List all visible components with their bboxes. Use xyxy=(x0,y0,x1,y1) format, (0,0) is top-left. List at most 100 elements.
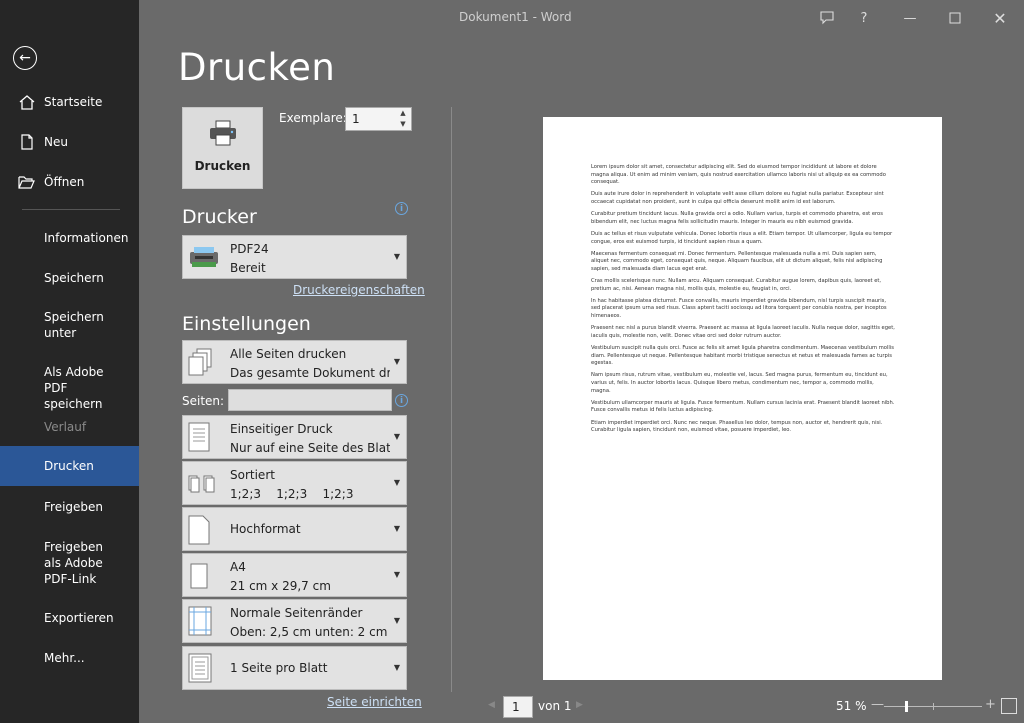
orientation-title: Hochformat xyxy=(230,522,301,536)
paper-size-dropdown[interactable]: A4 21 cm x 29,7 cm ▼ xyxy=(182,553,407,597)
title-bar: Dokument1 - Word ? — ✕ xyxy=(139,0,1024,36)
sidebar-item-speichern-unter[interactable]: Speichern unter xyxy=(0,309,120,341)
minimize-icon[interactable]: — xyxy=(898,6,922,30)
copies-stepper[interactable]: 1 ▲ ▼ xyxy=(345,107,412,131)
info-icon[interactable]: i xyxy=(395,394,408,407)
preview-text: Lorem ipsum dolor sit amet, consectetur … xyxy=(591,164,895,439)
preview-paragraph: Lorem ipsum dolor sit amet, consectetur … xyxy=(591,164,886,186)
margins-dropdown[interactable]: Normale Seitenränder Oben: 2,5 cm unten:… xyxy=(182,599,407,643)
sides-dropdown[interactable]: Einseitiger Druck Nur auf eine Seite des… xyxy=(182,415,407,459)
previous-page-icon[interactable]: ◀ xyxy=(488,700,495,710)
chevron-down-icon: ▼ xyxy=(393,663,400,672)
sidebar-item-label: Freigeben xyxy=(44,500,104,514)
sidebar-divider xyxy=(22,209,120,210)
maximize-icon[interactable] xyxy=(943,6,967,30)
preview-paragraph: In hac habitasse platea dictumst. Fusce … xyxy=(591,297,887,320)
page-per-sheet-icon xyxy=(188,653,212,683)
page-title: Drucken xyxy=(178,46,336,89)
sidebar-item-informationen[interactable]: Informationen xyxy=(0,230,139,246)
sidebar-item-freigeben[interactable]: Freigeben xyxy=(0,499,139,515)
next-page-icon[interactable]: ▶ xyxy=(576,700,583,710)
sidebar-item-label: Als Adobe PDF speichern xyxy=(44,365,104,411)
sides-title: Einseitiger Druck xyxy=(230,422,333,436)
print-button-label: Drucken xyxy=(194,159,251,173)
sidebar-item-label: Neu xyxy=(44,135,68,149)
print-range-subtitle: Das gesamte Dokument dru... xyxy=(230,366,390,380)
paper-size-subtitle: 21 cm x 29,7 cm xyxy=(230,579,331,593)
sidebar-item-label: Öffnen xyxy=(44,175,85,189)
sidebar-item-label: Verlauf xyxy=(44,420,87,434)
collation-subtitle: 1;2;3 1;2;3 1;2;3 xyxy=(230,487,354,501)
sidebar-item-startseite[interactable]: Startseite xyxy=(0,94,139,110)
pane-divider xyxy=(451,107,452,692)
chevron-down-icon: ▼ xyxy=(393,478,400,487)
sidebar-item-exportieren[interactable]: Exportieren xyxy=(0,610,139,626)
margins-title: Normale Seitenränder xyxy=(230,606,363,620)
preview-paragraph: Duis ac tellus et risus vulputate vehicu… xyxy=(591,230,893,245)
feedback-icon[interactable] xyxy=(815,6,839,30)
printer-icon xyxy=(210,120,236,146)
sidebar-item-speichern[interactable]: Speichern xyxy=(0,270,139,286)
sidebar-item-label: Freigeben als Adobe PDF-Link xyxy=(44,540,104,586)
zoom-to-page-icon[interactable] xyxy=(1001,698,1017,714)
printer-heading: Drucker xyxy=(182,206,257,228)
pages-per-sheet-title: 1 Seite pro Blatt xyxy=(230,661,328,675)
margins-subtitle: Oben: 2,5 cm unten: 2 cm Li... xyxy=(230,625,390,639)
collation-dropdown[interactable]: Sortiert 1;2;3 1;2;3 1;2;3 ▼ xyxy=(182,461,407,505)
chevron-down-icon: ▼ xyxy=(393,616,400,625)
sidebar-item-label: Speichern unter xyxy=(44,310,104,340)
pages-per-sheet-dropdown[interactable]: 1 Seite pro Blatt ▼ xyxy=(182,646,407,690)
print-button[interactable]: Drucken xyxy=(182,107,263,189)
help-icon[interactable]: ? xyxy=(852,6,876,30)
sidebar-item-label: Exportieren xyxy=(44,611,114,625)
arrow-left-icon: ← xyxy=(19,50,31,66)
zoom-out-icon[interactable]: — xyxy=(871,697,884,712)
orientation-dropdown[interactable]: Hochformat ▼ xyxy=(182,507,407,551)
close-icon[interactable]: ✕ xyxy=(988,6,1012,30)
preview-paragraph: Vestibulum suscipit nulla quis orci. Fus… xyxy=(591,345,894,367)
zoom-in-icon[interactable]: + xyxy=(985,697,996,712)
chevron-down-icon: ▼ xyxy=(393,570,400,579)
sidebar-item-label: Drucken xyxy=(44,459,94,473)
info-icon[interactable]: i xyxy=(395,202,408,215)
printer-device-icon xyxy=(190,247,218,267)
sidebar-item-oeffnen[interactable]: Öffnen xyxy=(0,174,139,190)
paper-size-icon xyxy=(190,563,208,589)
preview-paragraph: Maecenas fermentum consequat mi. Donec f… xyxy=(591,250,883,272)
spin-buttons[interactable]: ▲ ▼ xyxy=(397,108,409,130)
preview-paragraph: Praesent nec nisl a purus blandit viverr… xyxy=(591,325,895,339)
print-preview-page: Lorem ipsum dolor sit amet, consectetur … xyxy=(543,117,942,680)
paper-size-title: A4 xyxy=(230,560,246,574)
zoom-percent[interactable]: 51 % xyxy=(836,699,867,713)
portrait-page-icon xyxy=(188,515,210,545)
home-icon xyxy=(19,95,35,110)
chevron-down-icon: ▼ xyxy=(393,432,400,441)
pages-input[interactable] xyxy=(228,389,392,411)
chevron-down-icon[interactable]: ▼ xyxy=(397,119,409,130)
printer-name: PDF24 xyxy=(230,242,269,256)
zoom-slider-thumb[interactable] xyxy=(905,701,908,712)
printer-status: Bereit xyxy=(230,261,266,275)
sidebar-item-mehr[interactable]: Mehr... xyxy=(0,650,139,666)
chevron-down-icon: ▼ xyxy=(393,357,400,366)
margins-icon xyxy=(188,606,212,636)
preview-paragraph: Vestibulum ullamcorper mauris at ligula.… xyxy=(591,399,895,414)
sidebar-item-freigeben-als-pdf-link[interactable]: Freigeben als Adobe PDF-Link xyxy=(0,539,118,587)
chevron-up-icon[interactable]: ▲ xyxy=(397,108,409,119)
zoom-center-tick xyxy=(933,703,934,710)
sidebar-item-drucken[interactable]: Drucken xyxy=(0,446,139,486)
printer-dropdown[interactable]: PDF24 Bereit ▼ xyxy=(182,235,407,279)
copies-value: 1 xyxy=(352,112,360,126)
back-button[interactable]: ← xyxy=(13,46,37,70)
window-title: Dokument1 - Word xyxy=(459,10,572,24)
preview-paragraph: Cras mollis scelerisque nunc. Nullam arc… xyxy=(591,278,882,292)
print-range-title: Alle Seiten drucken xyxy=(230,347,347,361)
sides-subtitle: Nur auf eine Seite des Blatts... xyxy=(230,441,390,455)
sidebar-item-neu[interactable]: Neu xyxy=(0,134,139,150)
page-number-input[interactable]: 1 xyxy=(503,696,533,718)
printer-properties-link[interactable]: Druckereigenschaften xyxy=(293,283,425,297)
settings-heading: Einstellungen xyxy=(182,313,311,335)
sidebar-item-als-adobe-pdf-speichern[interactable]: Als Adobe PDF speichern xyxy=(0,364,125,412)
page-setup-link[interactable]: Seite einrichten xyxy=(327,695,422,709)
print-range-dropdown[interactable]: Alle Seiten drucken Das gesamte Dokument… xyxy=(182,340,407,384)
